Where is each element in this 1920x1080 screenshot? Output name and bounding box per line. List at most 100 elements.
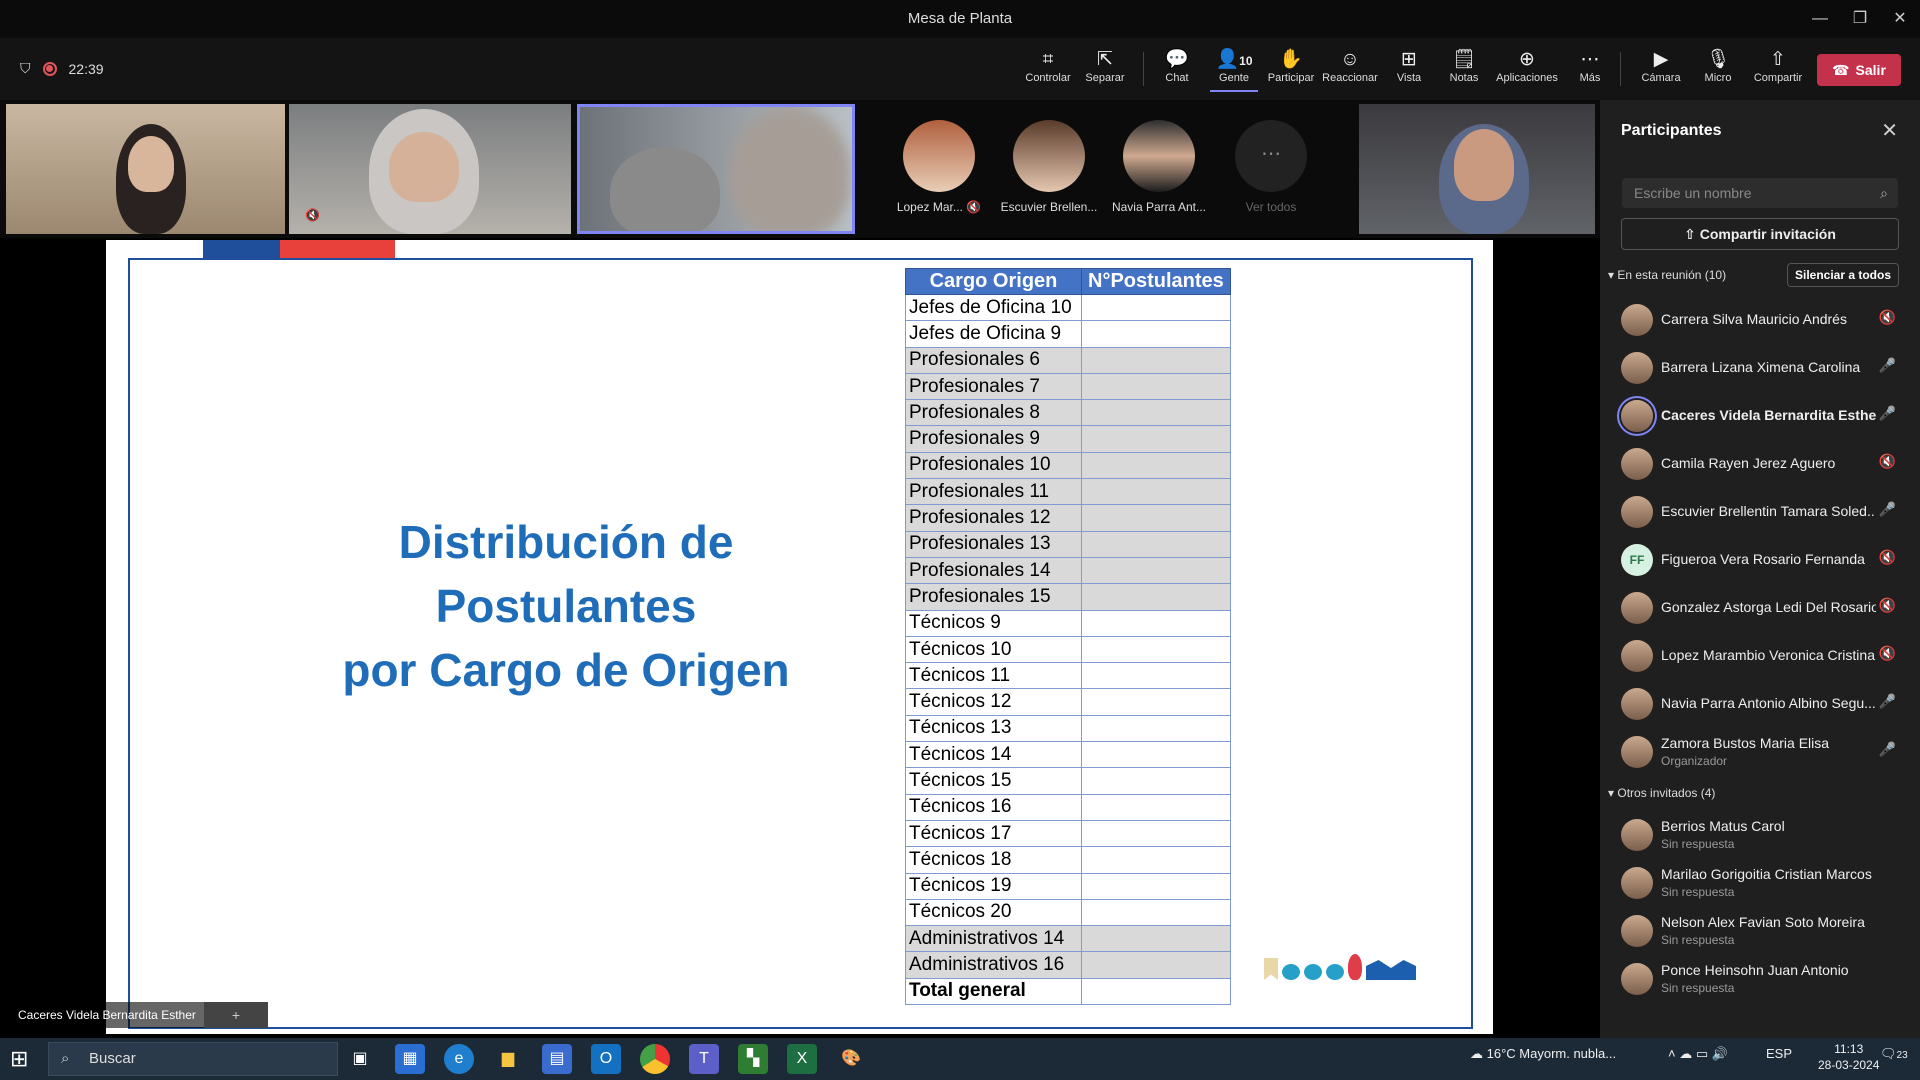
others-section[interactable]: ▾ Otros invitados (4) <box>1608 786 1715 800</box>
share-icon: ⇧ <box>1770 49 1786 70</box>
cargo-cell: Técnicos 16 <box>905 793 1082 821</box>
close-panel-button[interactable]: ✕ <box>1881 118 1898 143</box>
presenter-name: Caceres Videla Bernardita Esther <box>10 1002 204 1028</box>
table-row: Técnicos 18 <box>905 846 1231 874</box>
control-button[interactable]: ⌗ Controlar <box>1023 48 1073 92</box>
invited-row[interactable]: Berrios Matus Carol Sin respuesta <box>1620 812 1910 858</box>
participant-row[interactable]: Barrera Lizana Ximena Carolina 🎤 <box>1620 345 1910 391</box>
participant-name: Gonzalez Astorga Ledi Del Rosario <box>1661 599 1876 615</box>
count-cell <box>1081 451 1231 480</box>
edge-icon[interactable]: e <box>444 1044 474 1074</box>
sheets-icon[interactable]: ▚ <box>738 1044 768 1074</box>
apps-button[interactable]: ⊕ Aplicaciones <box>1494 48 1560 92</box>
chrome-icon[interactable] <box>640 1044 670 1074</box>
participant-name: Escuvier Brellen... <box>1000 200 1098 214</box>
share-button[interactable]: ⇧ Compartir <box>1748 48 1808 92</box>
table-row: Profesionales 6 <box>905 346 1231 374</box>
participant-row[interactable]: Escuvier Brellentin Tamara Soled... 🎤 <box>1620 489 1910 535</box>
video-tile[interactable]: 🔇 <box>289 104 571 234</box>
invited-row[interactable]: Marilao Gorigoitia Cristian Marcos Sin re… <box>1620 860 1910 906</box>
table-row: Jefes de Oficina 10 <box>905 293 1231 322</box>
share-invite-button[interactable]: ⇧ Compartir invitación <box>1621 218 1899 250</box>
file-explorer-icon[interactable]: ▆ <box>493 1044 523 1074</box>
chat-button[interactable]: 💬 Chat <box>1155 48 1199 92</box>
participant-row[interactable]: FF Figueroa Vera Rosario Fernanda 🔇 <box>1620 537 1910 583</box>
cargo-cell: Técnicos 18 <box>905 846 1082 874</box>
government-logo <box>1264 954 1416 980</box>
participant-row[interactable]: Navia Parra Antonio Albino Segu... 🎤 <box>1620 681 1910 727</box>
task-view-icon[interactable]: ▣ <box>345 1044 375 1074</box>
avatar <box>1621 640 1653 672</box>
popout-button[interactable]: ⇱ Separar <box>1080 48 1130 92</box>
people-icon: 👤10 <box>1215 49 1253 70</box>
tray-icons[interactable]: ˄ ☁ ▭ 🔊 <box>1668 1046 1728 1062</box>
close-button[interactable]: ✕ <box>1880 0 1920 38</box>
flag-stripe-red <box>280 240 395 259</box>
in-meeting-section[interactable]: ▾ En esta reunión (10) <box>1608 268 1726 282</box>
react-button[interactable]: ☺ Reaccionar <box>1320 48 1380 92</box>
cloud-icon: ☁ <box>1470 1046 1487 1061</box>
paint-icon[interactable]: 🎨 <box>836 1044 866 1074</box>
taskbar-search[interactable]: ⌕ Buscar <box>48 1042 338 1076</box>
recording-icon <box>42 61 57 76</box>
participant-row[interactable]: Lopez Marambio Veronica Cristina 🔇 <box>1620 633 1910 679</box>
leave-button[interactable]: ☎ Salir <box>1817 54 1901 86</box>
invited-row[interactable]: Nelson Alex Favian Soto Moreira Sin respu… <box>1620 908 1910 954</box>
see-all-button[interactable]: ⋯ <box>1235 120 1307 192</box>
raise-hand-button[interactable]: ✋ Participar <box>1266 48 1316 92</box>
participant-row[interactable]: Carrera Silva Mauricio Andrés 🔇 <box>1620 297 1910 343</box>
participant-avatar[interactable] <box>1013 120 1085 192</box>
notification-center[interactable]: 🗨23 <box>1880 1046 1908 1062</box>
invited-row[interactable]: Ponce Heinsohn Juan Antonio Sin respuesta <box>1620 956 1910 1002</box>
stage-options-button[interactable]: + <box>204 1002 268 1028</box>
mic-button[interactable]: 🎙 Micro <box>1696 48 1740 92</box>
people-button[interactable]: 👤10 Gente <box>1210 48 1258 92</box>
cargo-cell: Técnicos 19 <box>905 872 1082 900</box>
language-indicator[interactable]: ESP <box>1766 1046 1792 1061</box>
share-icon: ⇧ <box>1684 226 1700 242</box>
participants-panel: Participantes ✕ Escribe un nombre ⌕ ⇧ Com… <box>1600 100 1920 1038</box>
cargo-cell: Técnicos 17 <box>905 819 1082 848</box>
table-row: Técnicos 14 <box>905 741 1231 769</box>
excel-icon[interactable]: X <box>787 1044 817 1074</box>
participant-avatar[interactable] <box>1123 120 1195 192</box>
count-cell <box>1081 741 1231 769</box>
camera-button[interactable]: ▶ Cámara <box>1636 48 1686 92</box>
clock[interactable]: 11:13 28-03-2024 <box>1818 1041 1879 1073</box>
mic-off-icon: 🔇 <box>1878 597 1896 613</box>
search-icon: ⌕ <box>61 1050 70 1067</box>
mic-label: Micro <box>1704 72 1732 84</box>
table-row: Administrativos 14 <box>905 925 1231 953</box>
outlook-icon[interactable]: O <box>591 1044 621 1074</box>
view-button[interactable]: ⊞ Vista <box>1388 48 1430 92</box>
mute-all-button[interactable]: Silenciar a todos <box>1787 263 1899 287</box>
participant-row[interactable]: Zamora Bustos Maria Elisa Organizador 🎤 <box>1620 729 1910 775</box>
calculator-icon[interactable]: ▦ <box>395 1044 425 1074</box>
video-tile[interactable] <box>6 104 285 234</box>
notes-button[interactable]: 🗒 Notas <box>1442 48 1486 92</box>
video-tile[interactable] <box>1359 104 1595 234</box>
restore-button[interactable]: ❐ <box>1840 0 1880 38</box>
in-meeting-label: En esta reunión (10) <box>1617 268 1727 282</box>
weather-widget[interactable]: ☁ 16°C Mayorm. nubla... <box>1470 1046 1616 1062</box>
store-icon[interactable]: ▤ <box>542 1044 572 1074</box>
teams-icon[interactable]: T <box>689 1044 719 1074</box>
cargo-cell: Profesionales 13 <box>905 530 1082 558</box>
participant-avatar[interactable] <box>903 120 975 192</box>
participant-row[interactable]: Gonzalez Astorga Ledi Del Rosario 🔇 <box>1620 585 1910 631</box>
start-button[interactable]: ⊞ <box>10 1046 28 1072</box>
participant-search-input[interactable]: Escribe un nombre ⌕ <box>1622 178 1898 208</box>
cargo-cell: Técnicos 14 <box>905 741 1082 769</box>
more-icon: ⋯ <box>1261 143 1281 165</box>
mic-icon: 🎤 <box>1878 741 1896 757</box>
cargo-cell: Técnicos 10 <box>905 635 1082 664</box>
flag-stripe-blue <box>203 240 280 259</box>
minimize-button[interactable]: — <box>1800 0 1840 38</box>
count-cell <box>1081 793 1231 821</box>
more-button[interactable]: ⋯ Más <box>1570 48 1610 92</box>
participant-row[interactable]: Caceres Videla Bernardita Esther 🎤 <box>1620 393 1910 439</box>
cargo-cell: Técnicos 9 <box>905 609 1082 637</box>
video-tile-active[interactable] <box>577 104 855 234</box>
participant-row[interactable]: Camila Rayen Jerez Aguero 🔇 <box>1620 441 1910 487</box>
cargo-cell: Profesionales 8 <box>905 399 1082 427</box>
